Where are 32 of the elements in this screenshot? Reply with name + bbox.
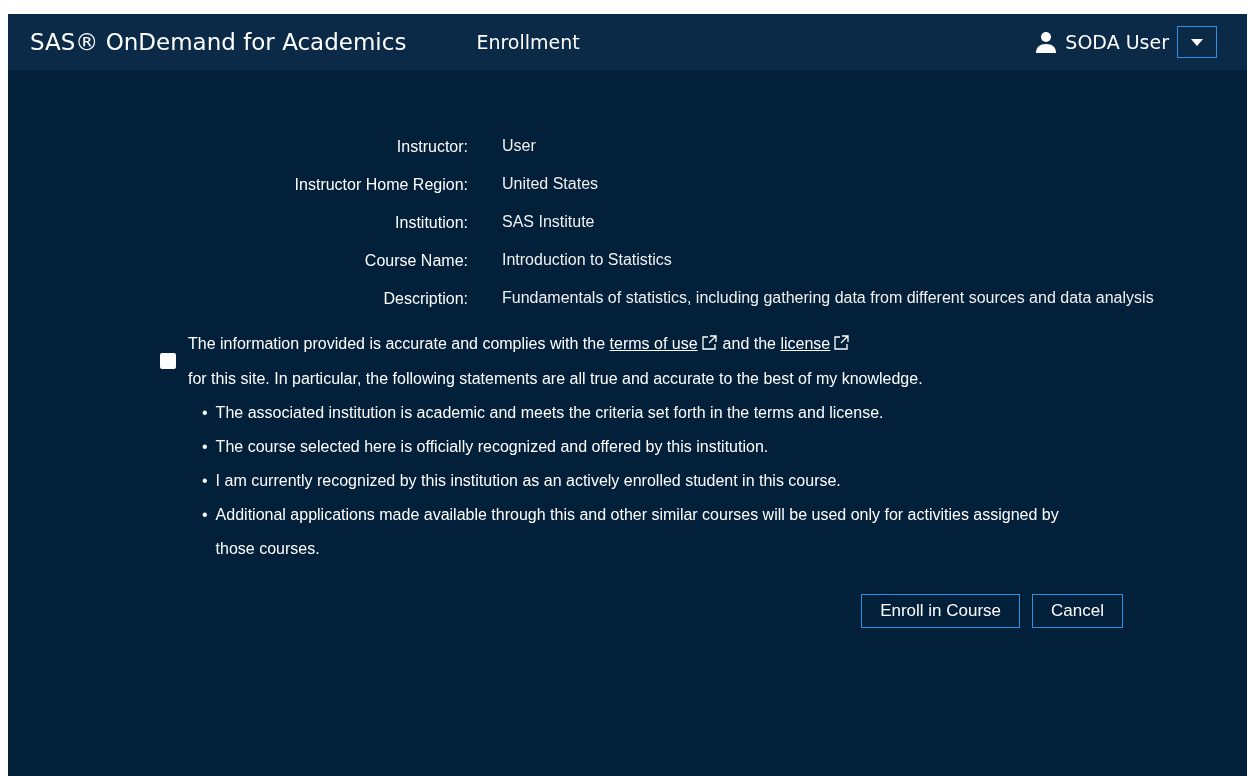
statement-item: The associated institution is academic and meets the criteria set forth in the terms and license. [215, 403, 885, 423]
field-value: SAS Institute [502, 212, 596, 232]
app-title: SAS® OnDemand for Academics [30, 29, 407, 55]
field-label: Instructor Home Region: [293, 176, 468, 195]
user-name: SODA User [1065, 31, 1169, 53]
enroll-button[interactable]: Enroll in Course [861, 594, 1021, 628]
field-label: Institution: [394, 214, 468, 233]
caret-icon [1191, 38, 1203, 46]
field-value: User [502, 136, 537, 156]
statement-item: The course selected here is officially recognized and offered by this institution. [215, 437, 770, 457]
terms-of-use-link[interactable]: terms of use [609, 335, 698, 352]
consent-text: The information provided is accurate and complies with the terms of use and the license for this site. In particular, the following statements are all true and accurate to the best of my knowledge. [188, 334, 923, 389]
bullet: • [202, 403, 208, 423]
agree-checkbox[interactable] [160, 353, 176, 369]
user-icon [1035, 31, 1058, 53]
user-menu-button[interactable] [1177, 26, 1217, 58]
external-link-icon [701, 335, 717, 350]
bullet: • [202, 505, 208, 525]
field-value: United States [502, 174, 600, 194]
bullet: • [202, 437, 208, 457]
statement-item: Additional applications made available through this and other similar courses will be used only for activities assigned by those courses. [215, 505, 1060, 559]
field-value: Fundamentals of statistics, including gathering data from different sources and data analysis [502, 288, 1155, 308]
statement-item: I am currently recognized by this institution as an actively enrolled student in this course. [215, 471, 842, 491]
license-link[interactable]: license [780, 335, 831, 352]
field-label: Instructor: [395, 138, 468, 157]
field-label: Description: [382, 290, 468, 309]
cancel-button[interactable]: Cancel [1032, 594, 1123, 628]
page-title: Enrollment [476, 31, 580, 53]
field-value: Introduction to Statistics [502, 250, 673, 270]
bullet: • [202, 471, 208, 491]
field-label: Course Name: [363, 252, 468, 271]
external-link-icon [834, 335, 850, 350]
